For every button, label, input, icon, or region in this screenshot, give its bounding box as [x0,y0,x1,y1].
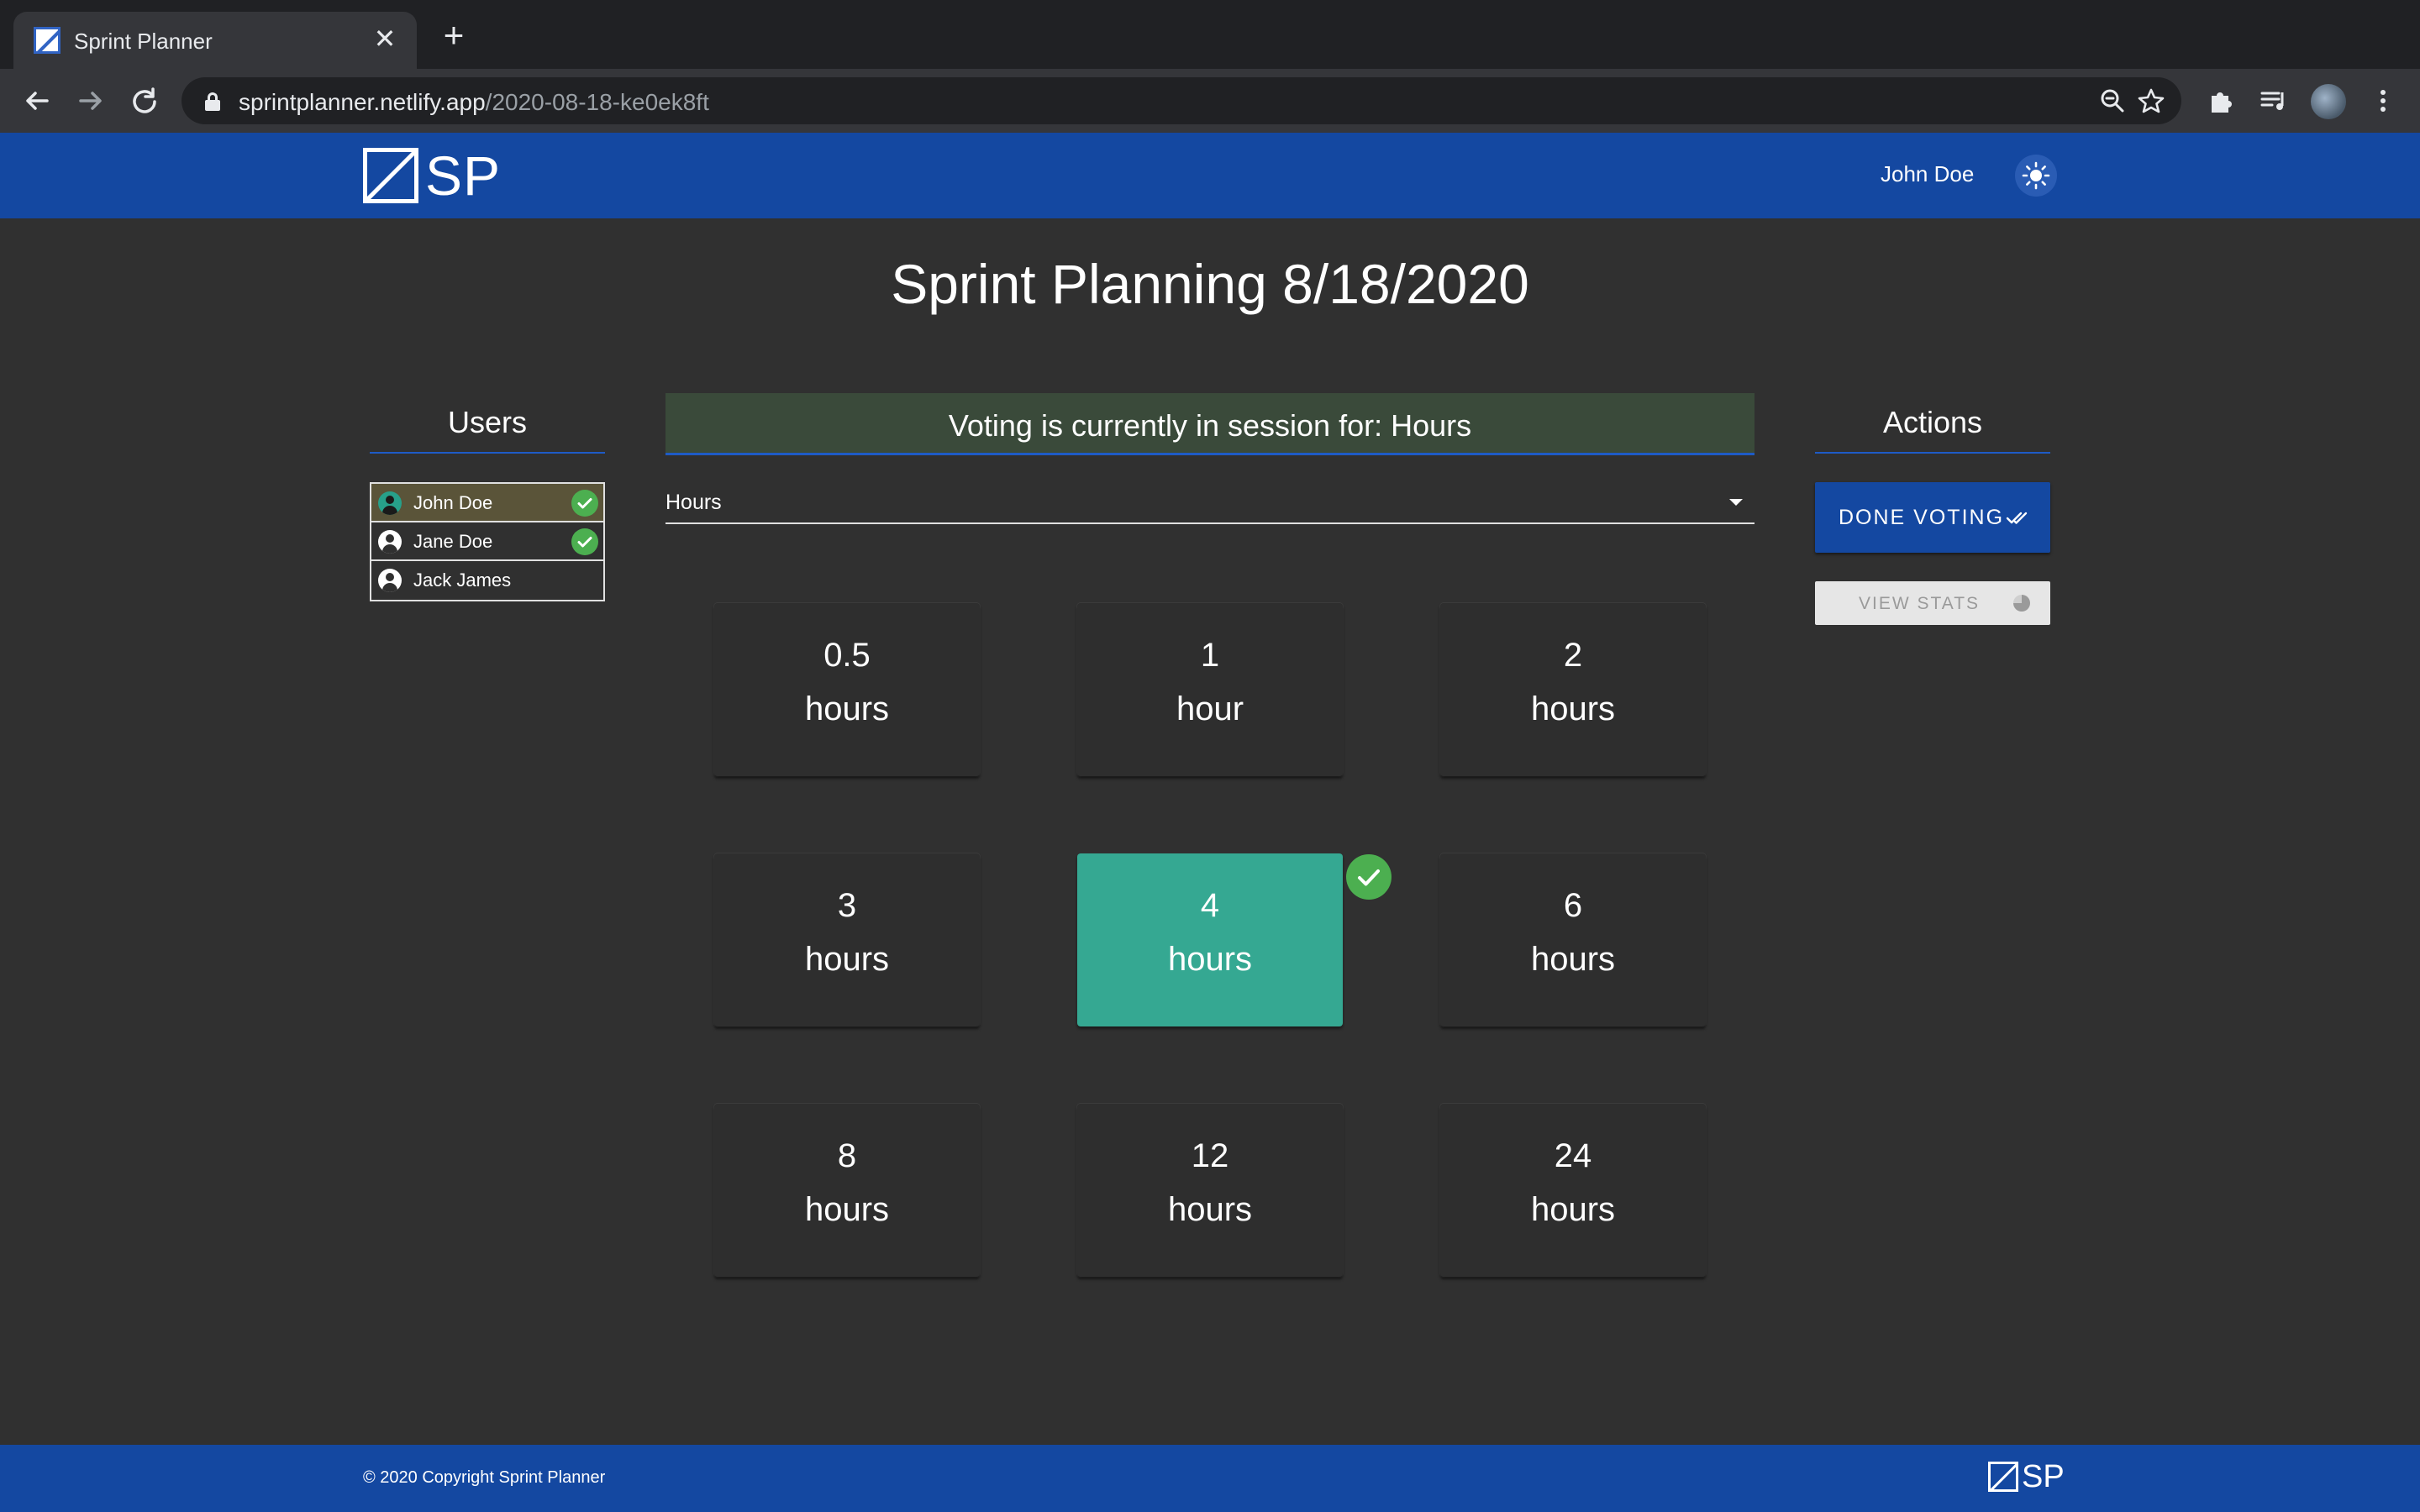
favicon-icon [34,27,60,54]
user-list: John Doe Jane Doe Jack James [370,482,605,601]
card-unit: hours [1530,690,1616,727]
theme-toggle-button[interactable] [2015,155,2057,197]
card-unit: hours [804,941,890,978]
voting-session-banner: Voting is currently in session for: Hour… [666,393,1754,455]
card-value: 2 [1563,637,1583,674]
back-arrow-icon[interactable] [18,82,55,119]
check-circle-icon [571,528,598,555]
vote-type-value: Hours [666,491,722,514]
media-icon[interactable] [2255,82,2292,119]
card-unit: hours [1167,1191,1253,1228]
card-value: 12 [1191,1137,1229,1174]
double-check-icon [2006,512,2028,524]
card-unit: hours [1530,941,1616,978]
card-unit: hours [1530,1191,1616,1228]
user-avatar-icon [378,569,402,592]
user-name: Jack James [413,570,512,591]
sun-icon [2022,161,2050,190]
done-voting-button[interactable]: DONE VOTING [1815,482,2050,553]
card-unit: hours [804,690,890,727]
pie-chart-icon [2013,595,2030,612]
forward-arrow-icon[interactable] [72,82,109,119]
star-icon[interactable] [2136,86,2166,116]
logo-box-icon [363,148,418,203]
check-circle-icon [1346,854,1392,900]
user-avatar-icon [378,491,402,515]
card-unit: hour [1176,690,1244,727]
browser-tabstrip: Sprint Planner ✕ + [0,0,2420,69]
vote-card[interactable]: 1 hour [1077,603,1343,776]
vote-card[interactable]: 8 hours [714,1104,980,1277]
user-name: John Doe [413,492,493,513]
footer-copyright: © 2020 Copyright Sprint Planner [363,1468,606,1487]
tab-title: Sprint Planner [74,29,213,54]
vote-card[interactable]: 12 hours [1077,1104,1343,1277]
user-row: Jane Doe [371,522,603,561]
card-unit: hours [804,1191,890,1228]
close-tab-icon[interactable]: ✕ [368,22,402,55]
actions-divider [1815,452,2050,454]
header-user-name[interactable]: John Doe [1881,161,1974,187]
user-name: Jane Doe [413,531,493,552]
browser-toolbar: sprintplanner.netlify.app/2020-08-18-ke0… [0,69,2420,133]
browser-tab[interactable]: Sprint Planner ✕ [13,12,417,69]
session-banner-text: Voting is currently in session for: Hour… [948,408,1472,443]
view-stats-button[interactable]: VIEW STATS [1815,581,2050,625]
user-row: Jack James [371,561,603,600]
done-voting-label: DONE VOTING [1839,506,2005,529]
vote-card[interactable]: 0.5 hours [714,603,980,776]
user-avatar-icon [378,530,402,554]
vote-card[interactable]: 6 hours [1440,853,1706,1026]
menu-icon[interactable] [2365,82,2402,119]
profile-avatar[interactable] [2311,84,2346,119]
actions-heading: Actions [1882,405,1983,439]
app-header: SP John Doe [0,133,2420,218]
view-stats-label: VIEW STATS [1859,594,1981,613]
card-value: 8 [837,1137,857,1174]
vote-card-selected[interactable]: 4 hours [1077,853,1343,1026]
card-value: 1 [1200,637,1220,674]
vote-card[interactable]: 2 hours [1440,603,1706,776]
check-circle-icon [571,490,598,517]
page-title: Sprint Planning 8/18/2020 [891,253,1529,315]
vote-type-select[interactable]: Hours [666,482,1754,524]
card-value: 4 [1200,887,1220,924]
card-value: 6 [1563,887,1583,924]
extensions-icon[interactable] [2202,82,2238,119]
card-value: 24 [1554,1137,1592,1174]
card-unit: hours [1167,941,1253,978]
card-value: 0.5 [823,637,871,674]
new-tab-icon[interactable]: + [437,18,471,53]
reload-icon[interactable] [126,82,163,119]
caret-down-icon [1729,499,1743,506]
card-value: 3 [837,887,857,924]
app-footer: © 2020 Copyright Sprint Planner SP [0,1445,2420,1512]
vote-card[interactable]: 3 hours [714,853,980,1026]
users-heading: Users [447,405,527,439]
url-text: sprintplanner.netlify.app/2020-08-18-ke0… [239,89,709,115]
lock-icon [205,92,220,111]
address-bar[interactable]: sprintplanner.netlify.app/2020-08-18-ke0… [182,77,2181,124]
logo-box-icon [1988,1462,2018,1492]
user-row: John Doe [371,484,603,522]
users-divider [370,452,605,454]
zoom-icon[interactable] [2097,86,2128,116]
logo-text: SP [425,144,502,207]
vote-card[interactable]: 24 hours [1440,1104,1706,1277]
footer-logo-text: SP [2022,1459,2065,1494]
